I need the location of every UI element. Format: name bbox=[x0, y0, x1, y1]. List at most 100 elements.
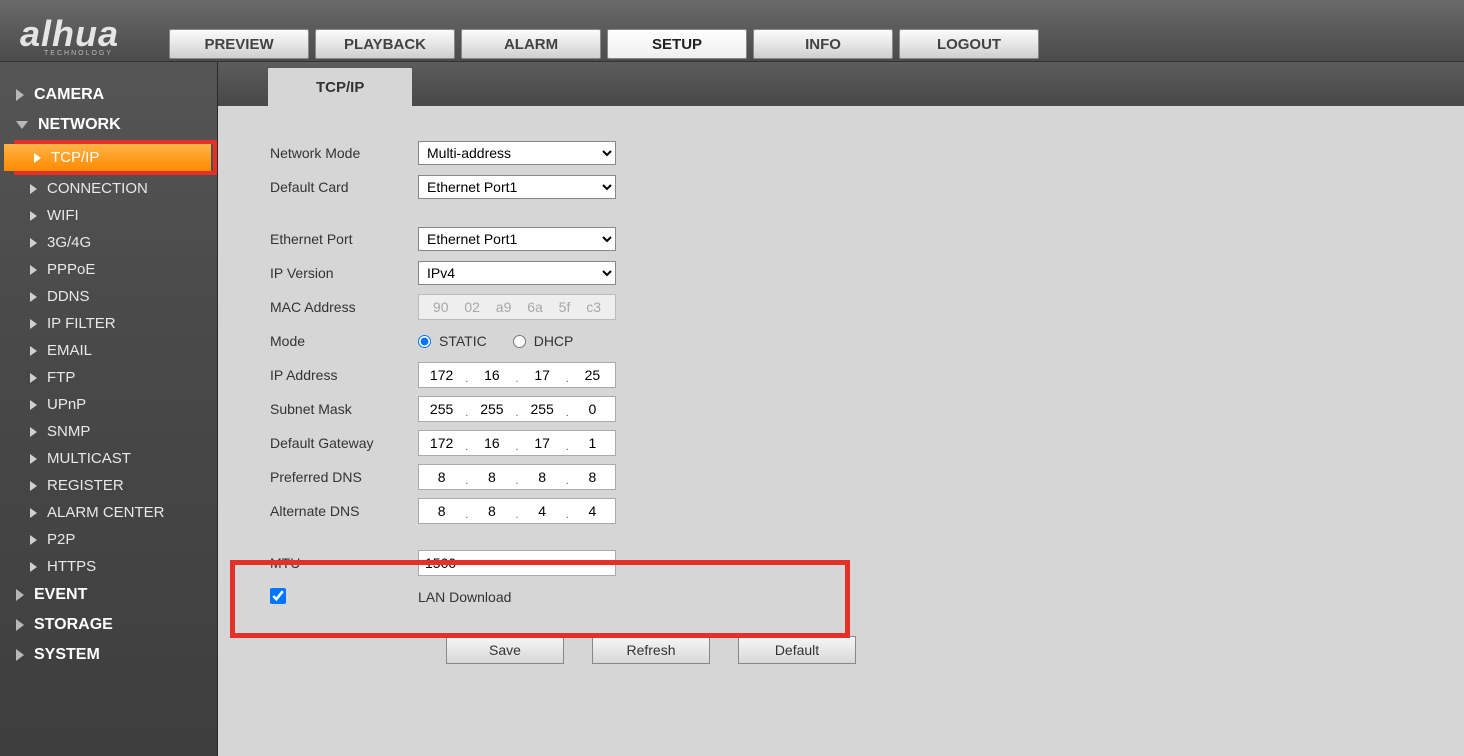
ip-octet[interactable] bbox=[469, 401, 514, 417]
row-mtu: MTU bbox=[270, 546, 1464, 580]
ip-octet[interactable] bbox=[419, 503, 464, 519]
select-default-card[interactable]: Ethernet Port1 bbox=[418, 175, 616, 199]
sidebar-item-label: EMAIL bbox=[47, 342, 92, 359]
mtu-input[interactable] bbox=[418, 550, 616, 576]
adns-field[interactable]: . . . bbox=[418, 498, 616, 524]
mac-field: 90 02 a9 6a 5f c3 bbox=[418, 294, 616, 320]
nav-alarm[interactable]: ALARM bbox=[461, 29, 601, 59]
ip-octet[interactable] bbox=[520, 503, 565, 519]
sidebar-item-upnp[interactable]: UPnP bbox=[24, 391, 217, 418]
select-network-mode[interactable]: Multi-address bbox=[418, 141, 616, 165]
sidebar-cat-network[interactable]: NETWORK bbox=[10, 110, 217, 140]
gateway-field[interactable]: . . . bbox=[418, 430, 616, 456]
label-adns: Alternate DNS bbox=[270, 503, 418, 519]
ip-octet[interactable] bbox=[469, 435, 514, 451]
row-lan: LAN Download bbox=[270, 580, 1464, 614]
mac-octet: 5f bbox=[559, 299, 571, 315]
chevron-right-icon bbox=[30, 562, 37, 572]
label-lan: LAN Download bbox=[418, 589, 511, 605]
content-panel: TCP/IP Network Mode Multi-address Defaul… bbox=[218, 62, 1464, 756]
chevron-right-icon bbox=[30, 292, 37, 302]
ip-octet[interactable] bbox=[520, 367, 565, 383]
ip-octet[interactable] bbox=[469, 469, 514, 485]
ip-octet[interactable] bbox=[419, 367, 464, 383]
highlight-box-tcpip: TCP/IP bbox=[14, 140, 217, 175]
sidebar-item-label: ALARM CENTER bbox=[47, 504, 165, 521]
header: alhua TECHNOLOGY PREVIEW PLAYBACK ALARM … bbox=[0, 0, 1464, 62]
ip-octet[interactable] bbox=[419, 435, 464, 451]
sidebar-item-3g4g[interactable]: 3G/4G bbox=[24, 229, 217, 256]
ip-octet[interactable] bbox=[520, 469, 565, 485]
sidebar-item-connection[interactable]: CONNECTION bbox=[24, 175, 217, 202]
refresh-button[interactable]: Refresh bbox=[592, 636, 710, 664]
sidebar-item-register[interactable]: REGISTER bbox=[24, 472, 217, 499]
select-ip-version[interactable]: IPv4 bbox=[418, 261, 616, 285]
sidebar-item-snmp[interactable]: SNMP bbox=[24, 418, 217, 445]
nav-setup[interactable]: SETUP bbox=[607, 29, 747, 59]
nav-info[interactable]: INFO bbox=[753, 29, 893, 59]
sidebar-item-p2p[interactable]: P2P bbox=[24, 526, 217, 553]
sidebar-item-label: HTTPS bbox=[47, 558, 96, 575]
ip-octet[interactable] bbox=[469, 367, 514, 383]
sidebar-item-alarmcenter[interactable]: ALARM CENTER bbox=[24, 499, 217, 526]
subnet-field[interactable]: . . . bbox=[418, 396, 616, 422]
sidebar-cat-system[interactable]: SYSTEM bbox=[10, 640, 217, 670]
sidebar-item-tcpip[interactable]: TCP/IP bbox=[4, 144, 211, 171]
sidebar-item-email[interactable]: EMAIL bbox=[24, 337, 217, 364]
ip-octet[interactable] bbox=[520, 401, 565, 417]
sidebar-item-https[interactable]: HTTPS bbox=[24, 553, 217, 580]
radio-dhcp[interactable] bbox=[513, 335, 526, 348]
sidebar-item-label: REGISTER bbox=[47, 477, 124, 494]
ip-octet[interactable] bbox=[570, 367, 615, 383]
label-ip-version: IP Version bbox=[270, 265, 418, 281]
sidebar-item-wifi[interactable]: WIFI bbox=[24, 202, 217, 229]
chevron-right-icon bbox=[30, 238, 37, 248]
default-button[interactable]: Default bbox=[738, 636, 856, 664]
select-ethernet-port[interactable]: Ethernet Port1 bbox=[418, 227, 616, 251]
label-gateway: Default Gateway bbox=[270, 435, 418, 451]
sidebar-item-label: UPnP bbox=[47, 396, 86, 413]
pdns-field[interactable]: . . . bbox=[418, 464, 616, 490]
sidebar-item-pppoe[interactable]: PPPoE bbox=[24, 256, 217, 283]
sidebar-item-multicast[interactable]: MULTICAST bbox=[24, 445, 217, 472]
sidebar-network-sub: TCP/IP CONNECTION WIFI 3G/4G PPPoE DDNS … bbox=[10, 140, 217, 580]
sidebar-item-label: DDNS bbox=[47, 288, 90, 305]
tab-tcpip[interactable]: TCP/IP bbox=[268, 68, 412, 106]
lan-download-checkbox[interactable] bbox=[270, 588, 286, 604]
sidebar-item-ipfilter[interactable]: IP FILTER bbox=[24, 310, 217, 337]
ip-octet[interactable] bbox=[570, 469, 615, 485]
mac-octet: c3 bbox=[586, 299, 601, 315]
sidebar-cat-storage[interactable]: STORAGE bbox=[10, 610, 217, 640]
label-pdns: Preferred DNS bbox=[270, 469, 418, 485]
sidebar-item-label: 3G/4G bbox=[47, 234, 91, 251]
label-subnet: Subnet Mask bbox=[270, 401, 418, 417]
mac-octet: 6a bbox=[527, 299, 543, 315]
ip-octet[interactable] bbox=[419, 401, 464, 417]
triangle-right-icon bbox=[16, 589, 24, 601]
sidebar-item-ftp[interactable]: FTP bbox=[24, 364, 217, 391]
ip-octet[interactable] bbox=[570, 401, 615, 417]
sidebar-item-label: CONNECTION bbox=[47, 180, 148, 197]
tab-bar: TCP/IP bbox=[218, 62, 1464, 106]
ip-octet[interactable] bbox=[419, 469, 464, 485]
ip-octet[interactable] bbox=[520, 435, 565, 451]
radio-static[interactable] bbox=[418, 335, 431, 348]
save-button[interactable]: Save bbox=[446, 636, 564, 664]
label-mac: MAC Address bbox=[270, 299, 418, 315]
ip-field[interactable]: . . . bbox=[418, 362, 616, 388]
ip-octet[interactable] bbox=[570, 503, 615, 519]
sidebar-item-ddns[interactable]: DDNS bbox=[24, 283, 217, 310]
sidebar-cat-camera[interactable]: CAMERA bbox=[10, 80, 217, 110]
nav-playback[interactable]: PLAYBACK bbox=[315, 29, 455, 59]
row-ethernet-port: Ethernet Port Ethernet Port1 bbox=[270, 222, 1464, 256]
nav-logout[interactable]: LOGOUT bbox=[899, 29, 1039, 59]
row-mac: MAC Address 90 02 a9 6a 5f c3 bbox=[270, 290, 1464, 324]
chevron-right-icon bbox=[30, 265, 37, 275]
sidebar-cat-label: EVENT bbox=[34, 586, 87, 604]
chevron-right-icon bbox=[30, 319, 37, 329]
ip-octet[interactable] bbox=[469, 503, 514, 519]
sidebar-cat-event[interactable]: EVENT bbox=[10, 580, 217, 610]
row-mode: Mode STATIC DHCP bbox=[270, 324, 1464, 358]
ip-octet[interactable] bbox=[570, 435, 615, 451]
nav-preview[interactable]: PREVIEW bbox=[169, 29, 309, 59]
